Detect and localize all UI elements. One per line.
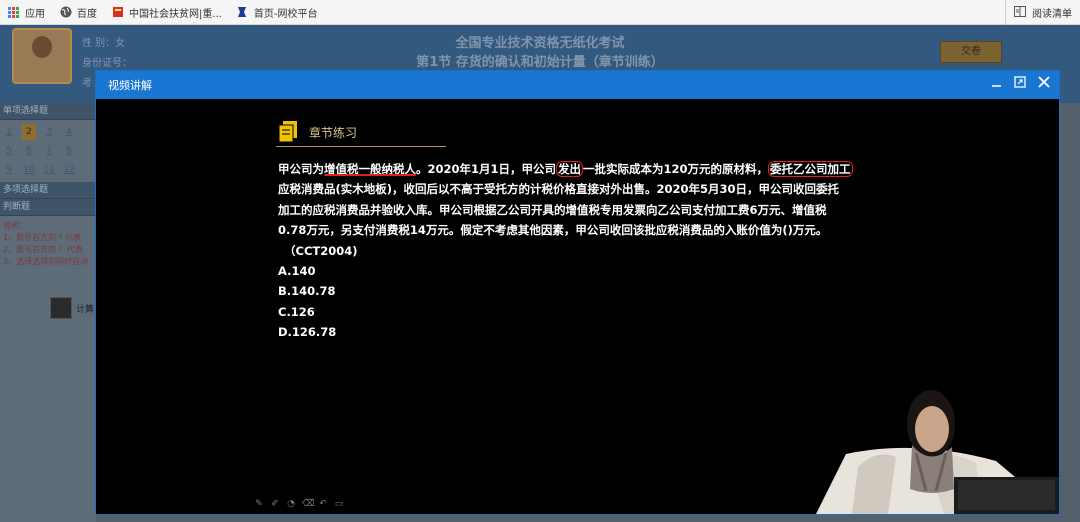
instruction-line: 说明： (3, 221, 27, 230)
question-line: 甲公司为增值税一般纳税人。2020年1月1日，甲公司 发出 一批实际成本为120万元… (278, 159, 898, 179)
question-number-2[interactable]: 2 (22, 124, 36, 140)
highlighter-icon[interactable]: ✐ (270, 499, 280, 509)
submit-exam-button[interactable]: 交卷 (940, 41, 1002, 63)
close-button[interactable] (1037, 76, 1051, 92)
close-icon (1038, 76, 1050, 91)
question-fragment: 甲公司为 (278, 162, 324, 176)
calculator-label: 计算 (76, 304, 95, 315)
highlight-general-taxpayer: 增值税一般纳税人 (324, 162, 416, 176)
instruction-line: 3、选择选项的同时自动 (3, 257, 89, 266)
bookmark-label: 应用 (25, 8, 45, 20)
question-number-7[interactable]: 7 (42, 143, 56, 159)
question-fragment: 一批实际成本为120万元的原材料， (583, 162, 769, 176)
minimize-button[interactable] (989, 76, 1003, 92)
question-line: 应税消费品(实木地板)，收回后以不高于受托方的计税价格直接对外出售。2020年5… (278, 182, 840, 197)
modal-window-controls (989, 76, 1051, 92)
section-title: 章节练习 (309, 125, 358, 140)
bookmark-label: 首页-网校平台 (253, 8, 318, 20)
option-d: D.126.78 (278, 325, 337, 340)
section-judgement[interactable]: 判断题 (0, 199, 96, 216)
bookmark-poverty-alleviation[interactable]: 中国社会扶贫网|重... (104, 0, 229, 25)
question-number-9[interactable]: 9 (2, 162, 16, 178)
undo-icon[interactable]: ↶ (318, 499, 328, 509)
modal-title-bar[interactable]: 视频讲解 (96, 71, 1059, 99)
bookmark-label: 中国社会扶贫网|重... (129, 8, 222, 20)
maximize-icon (1014, 76, 1026, 91)
globe-icon (59, 6, 72, 19)
instructions: 说明： 1、题号右方的 * 代表 2、题号右方的 ？代表 3、选择选项的同时自动 (0, 216, 96, 272)
question-number-12[interactable]: 12 (62, 162, 76, 178)
apps-grid-icon (7, 6, 20, 19)
calculator-button[interactable]: 计算 (50, 296, 96, 320)
candidate-gender: 性 别：女 (82, 38, 126, 49)
instruction-line: 2、题号右方的 ？代表 (3, 245, 83, 254)
question-number-5[interactable]: 5 (2, 143, 16, 159)
question-sidebar: 单项选择题 1 2 3 4 5 6 7 8 9 10 11 12 多项选择题 判断题 说明： 1、题号… (0, 103, 96, 522)
reading-list-label: 阅读清单 (1032, 9, 1072, 20)
bookmarks-bar: 应用 百度 中国社会扶贫网|重... 首页-网校平台 阅读清单 (0, 0, 1080, 25)
bookmark-baidu[interactable]: 百度 (52, 0, 104, 25)
bookmark-wangxiao[interactable]: 首页-网校平台 (229, 0, 325, 25)
question-number-grid: 1 2 3 4 5 6 7 8 9 10 11 12 (0, 120, 96, 182)
annotation-toolbar: ✎ ✐ ◔ ⌫ ↶ ▭ (254, 499, 344, 509)
presenter-video (816, 390, 1059, 514)
minimize-icon (991, 77, 1002, 91)
exam-subtitle: 第1节 存货的确认和初始计量（章节训练） (416, 55, 664, 70)
exam-title: 全国专业技术资格无纸化考试 (455, 36, 625, 51)
question-number-4[interactable]: 4 (62, 124, 76, 140)
reading-list-button[interactable]: 阅读清单 (1005, 0, 1072, 25)
question-number-1[interactable]: 1 (2, 124, 16, 140)
calculator-icon (50, 297, 72, 319)
maximize-button[interactable] (1013, 76, 1027, 92)
reading-list-icon (1014, 6, 1027, 19)
instruction-line: 1、题号右方的 * 代表 (3, 233, 82, 242)
bookmark-icon (236, 6, 249, 19)
question-line: 加工的应税消费品并验收入库。甲公司根据乙公司开具的增值税专用发票向乙公司支付加工… (278, 202, 827, 217)
candidate-id-label: 身份证号： (82, 58, 132, 69)
pen-icon[interactable]: ✎ (254, 499, 264, 509)
question-line: 0.78万元，另支付消费税14万元。假定不考虑其他因素，甲公司收回该批应税消费品… (278, 223, 828, 238)
option-c: C.126 (278, 304, 315, 319)
question-number-8[interactable]: 8 (62, 143, 76, 159)
question-code: （CCT2004) (284, 243, 358, 258)
modal-title: 视频讲解 (108, 79, 152, 92)
highlight-dispatch: 发出 (556, 161, 584, 177)
question-number-6[interactable]: 6 (22, 143, 36, 159)
option-a: A.140 (278, 264, 316, 279)
question-fragment: 。2020年1月1日，甲公司 (416, 162, 557, 176)
avatar (12, 28, 72, 84)
section-divider (276, 146, 446, 147)
video-explanation-modal: 视频讲解 章节练习 甲公司为增值税一般纳税人。2020年1月1日，甲公司 发出 … (95, 70, 1060, 515)
candidate-exam-label: 考 (82, 78, 92, 89)
eraser-icon[interactable]: ⌫ (302, 499, 315, 509)
option-b: B.140.78 (278, 284, 336, 299)
screen-icon[interactable]: ▭ (334, 499, 344, 509)
bookmark-label: 百度 (77, 8, 97, 20)
highlight-entrusted-processing: 委托乙公司加工 (768, 161, 853, 177)
video-player[interactable]: 章节练习 甲公司为增值税一般纳税人。2020年1月1日，甲公司 发出 一批实际成本为… (96, 99, 1059, 514)
question-text: 甲公司为增值税一般纳税人。2020年1月1日，甲公司 发出 一批实际成本为120万元… (278, 159, 898, 343)
section-header: 章节练习 (278, 121, 357, 143)
section-multi-choice[interactable]: 多项选择题 (0, 182, 96, 199)
bookmark-apps[interactable]: 应用 (0, 0, 52, 25)
question-number-11[interactable]: 11 (42, 162, 56, 178)
screen: 应用 百度 中国社会扶贫网|重... 首页-网校平台 阅读清单 性 别：女 身份… (0, 0, 1080, 522)
shape-icon[interactable]: ◔ (286, 499, 296, 509)
question-number-3[interactable]: 3 (42, 124, 56, 140)
bookmark-icon (111, 6, 124, 19)
section-single-choice[interactable]: 单项选择题 (0, 103, 96, 120)
question-number-10[interactable]: 10 (22, 162, 36, 178)
document-icon (278, 121, 298, 143)
